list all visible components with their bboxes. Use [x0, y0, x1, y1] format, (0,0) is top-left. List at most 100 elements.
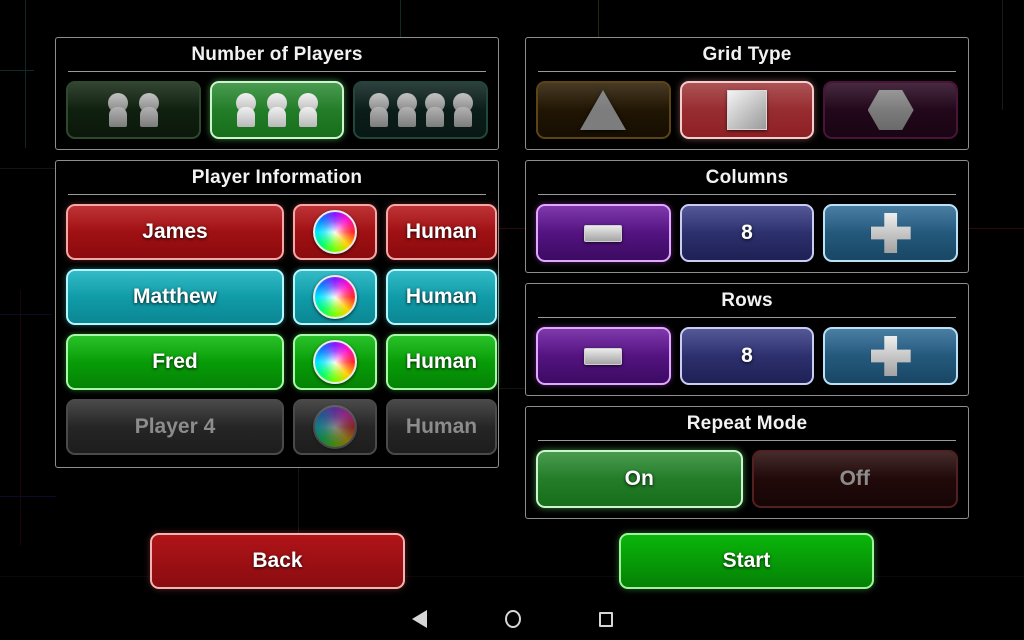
panel-title-repeat-mode: Repeat Mode: [686, 413, 808, 434]
columns-value-display[interactable]: 8: [679, 204, 815, 262]
columns-increment-button[interactable]: [823, 204, 959, 262]
player-type-label-3: Human: [405, 350, 478, 373]
minus-icon: [584, 347, 623, 365]
four-people-icon: [367, 93, 475, 127]
panel-title-columns: Columns: [705, 167, 789, 188]
player-type-label-1: Human: [405, 220, 478, 243]
repeat-mode-option-on[interactable]: On: [536, 450, 743, 508]
rows-increment-button[interactable]: [823, 327, 959, 385]
app-screen: Number of Players Player Information Jam…: [0, 0, 1024, 640]
player-color-button-3[interactable]: [293, 334, 377, 390]
divider: [538, 317, 956, 318]
plus-icon: [870, 336, 911, 376]
rows-value-display[interactable]: 8: [679, 327, 815, 385]
player-count-option-3[interactable]: [209, 81, 345, 139]
bg-trace: [0, 70, 34, 71]
bg-trace: [0, 496, 56, 497]
right-column: Grid Type Columns 8 Rows 8 Repeat Mode O…: [525, 37, 969, 529]
color-wheel-icon: [313, 275, 357, 319]
left-column: Number of Players Player Information Jam…: [55, 37, 499, 478]
player-count-option-4[interactable]: [353, 81, 489, 139]
back-button-label: Back: [252, 549, 303, 572]
color-wheel-icon: [313, 405, 357, 449]
panel-grid-type: Grid Type: [525, 37, 969, 150]
minus-icon: [584, 224, 623, 242]
bg-trace: [968, 228, 1024, 229]
grid-type-option-triangle[interactable]: [536, 81, 671, 139]
panel-rows: Rows 8: [525, 283, 969, 396]
player-count-options: [66, 81, 489, 139]
repeat-mode-option-off[interactable]: Off: [751, 450, 958, 508]
square-icon: [727, 90, 767, 130]
player-color-button-2[interactable]: [293, 269, 377, 325]
rows-decrement-button[interactable]: [536, 327, 671, 385]
panel-number-of-players: Number of Players: [55, 37, 499, 150]
panel-title-number-of-players: Number of Players: [191, 44, 363, 65]
player-name-label-1: James: [142, 220, 208, 243]
panel-title-player-information: Player Information: [191, 167, 363, 188]
columns-decrement-button[interactable]: [536, 204, 671, 262]
start-button[interactable]: Start: [619, 533, 874, 589]
nav-home-icon[interactable]: [504, 610, 521, 628]
divider: [538, 194, 956, 195]
panel-columns: Columns 8: [525, 160, 969, 273]
player-name-label-2: Matthew: [133, 285, 217, 308]
android-navigation-bar: [0, 598, 1024, 640]
player-name-button-1[interactable]: James: [66, 204, 284, 260]
player-color-button-4[interactable]: [293, 399, 377, 455]
bg-trace: [20, 290, 21, 545]
three-people-icon: [234, 93, 320, 127]
rows-value-label: 8: [741, 344, 753, 367]
repeat-mode-options: On Off: [536, 450, 958, 508]
player-type-label-4: Human: [405, 415, 478, 438]
player-type-button-1[interactable]: Human: [386, 204, 497, 260]
start-button-label: Start: [722, 549, 771, 572]
panel-repeat-mode: Repeat Mode On Off: [525, 406, 969, 519]
player-count-option-2[interactable]: [66, 81, 201, 139]
hexagon-icon: [867, 90, 914, 130]
nav-back-icon[interactable]: [411, 610, 427, 628]
bg-trace: [1002, 0, 1003, 110]
columns-value-label: 8: [741, 221, 753, 244]
grid-type-option-square[interactable]: [679, 81, 815, 139]
triangle-icon: [580, 90, 627, 130]
player-row-3: Fred Human: [66, 334, 497, 390]
back-button[interactable]: Back: [150, 533, 405, 589]
repeat-mode-off-label: Off: [839, 467, 870, 490]
panel-player-information: Player Information James Human Matthew H…: [55, 160, 499, 468]
player-row-1: James Human: [66, 204, 497, 260]
bg-trace: [497, 228, 527, 229]
player-row-2: Matthew Human: [66, 269, 497, 325]
repeat-mode-on-label: On: [624, 467, 654, 490]
player-name-label-4: Player 4: [134, 415, 216, 438]
action-bar: Back Start: [0, 533, 1024, 595]
plus-icon: [870, 213, 911, 253]
player-type-button-3[interactable]: Human: [386, 334, 497, 390]
player-color-button-1[interactable]: [293, 204, 377, 260]
player-name-button-2[interactable]: Matthew: [66, 269, 284, 325]
bg-trace: [0, 168, 60, 169]
color-wheel-icon: [313, 340, 357, 384]
player-type-label-2: Human: [405, 285, 478, 308]
divider: [538, 71, 956, 72]
bg-trace: [25, 0, 26, 148]
divider: [538, 440, 956, 441]
player-name-label-3: Fred: [152, 350, 198, 373]
player-name-button-4[interactable]: Player 4: [66, 399, 284, 455]
two-people-icon: [106, 93, 161, 127]
grid-type-option-hexagon[interactable]: [823, 81, 959, 139]
columns-stepper: 8: [536, 204, 959, 262]
bg-trace: [0, 314, 52, 315]
nav-recent-icon[interactable]: [598, 611, 613, 627]
panel-title-rows: Rows: [721, 290, 773, 311]
player-name-button-3[interactable]: Fred: [66, 334, 284, 390]
player-type-button-2[interactable]: Human: [386, 269, 497, 325]
player-row-4: Player 4 Human: [66, 399, 497, 455]
divider: [68, 71, 486, 72]
color-wheel-icon: [313, 210, 357, 254]
bg-trace: [497, 388, 527, 389]
panel-title-grid-type: Grid Type: [702, 44, 792, 65]
rows-stepper: 8: [536, 327, 959, 385]
grid-type-options: [536, 81, 959, 139]
player-type-button-4[interactable]: Human: [386, 399, 497, 455]
